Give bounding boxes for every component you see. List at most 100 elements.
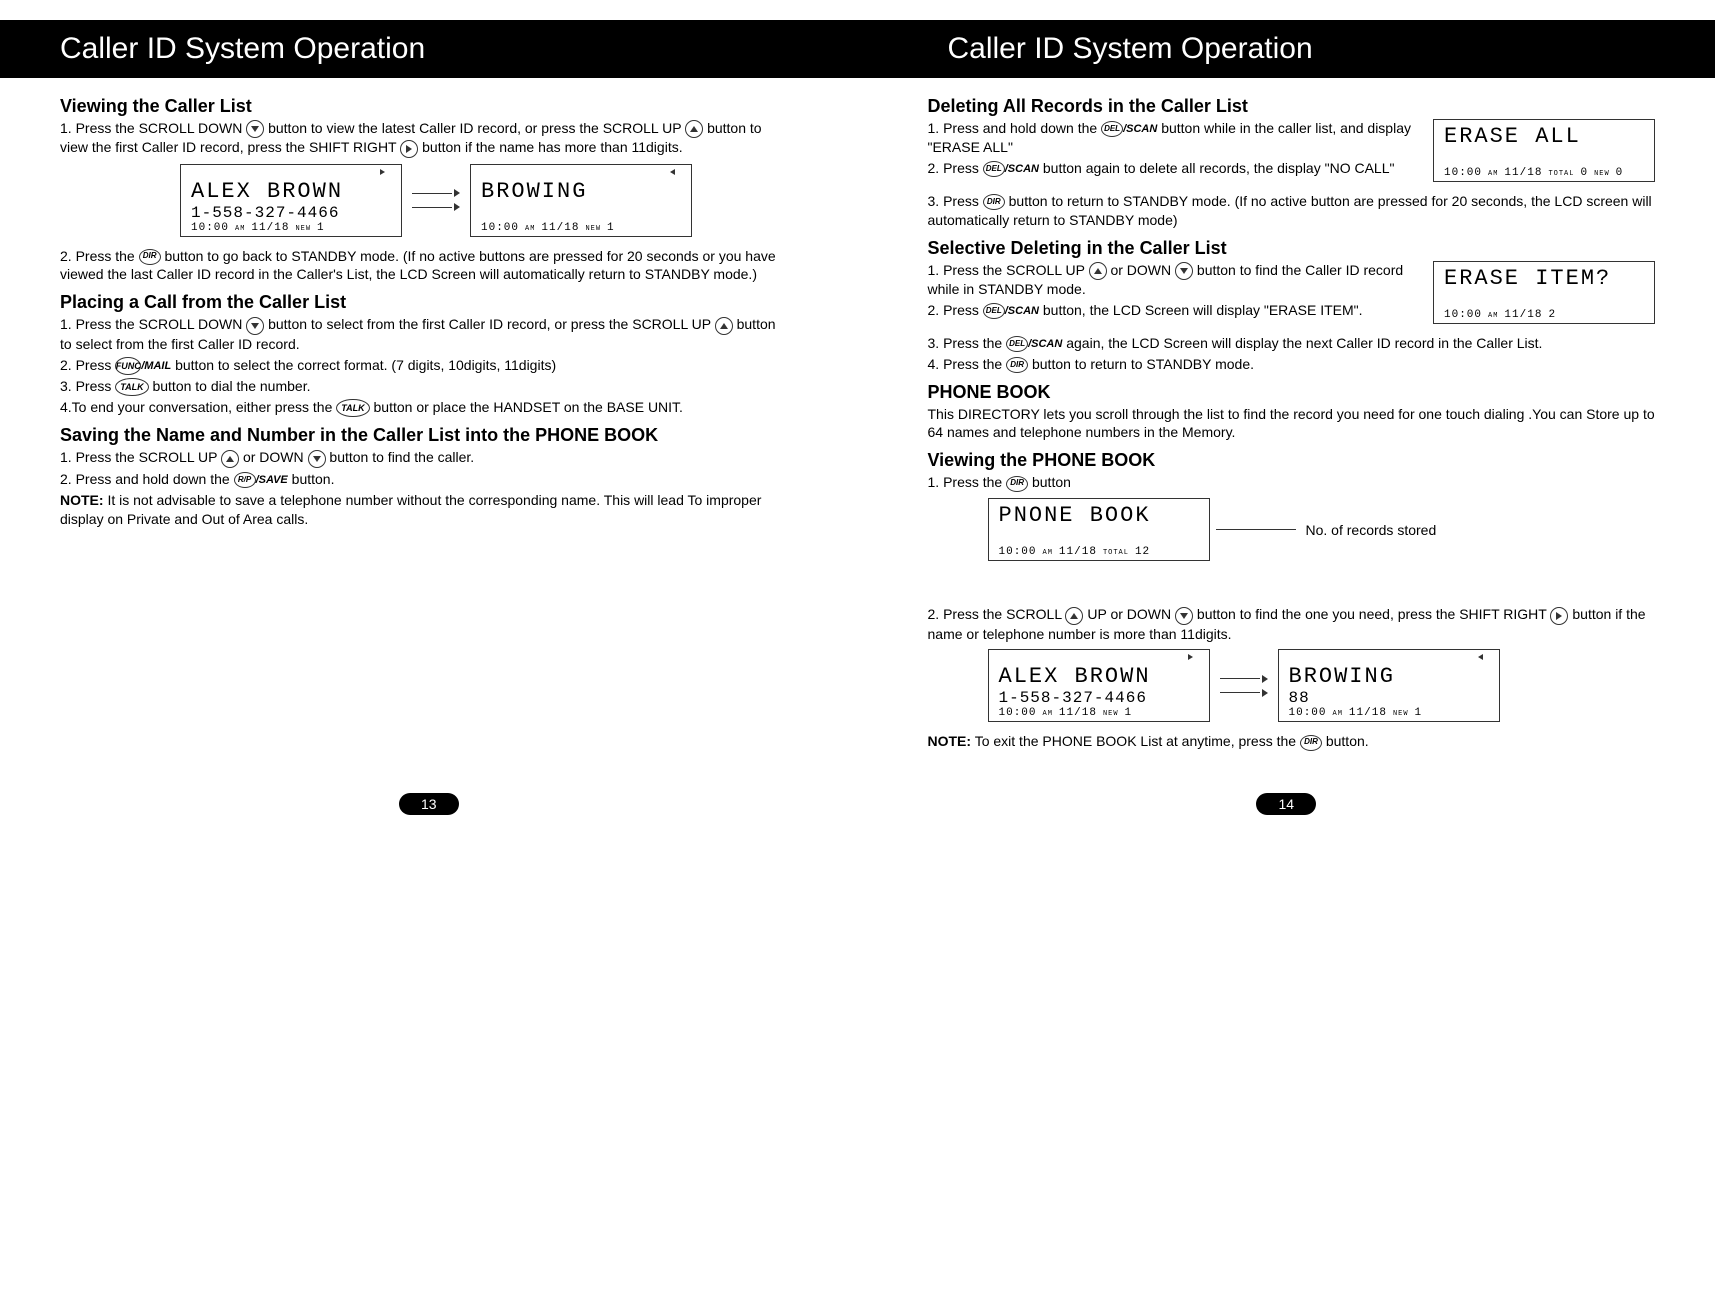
lcd-date: 11/18 [1504, 309, 1542, 321]
txt: or DOWN [1110, 262, 1175, 278]
lcd-date: 11/18 [541, 222, 579, 234]
lcd-time: 10:00 [999, 707, 1037, 719]
txt: button to return to STANDBY mode. (If no… [928, 193, 1652, 228]
lcd-phone-book: PNONE BOOK 10:00 AM 11/18 TOTAL 12 [988, 498, 1210, 561]
lcd-left-indicator-icon [670, 169, 675, 175]
lcd-phone-book-row: PNONE BOOK 10:00 AM 11/18 TOTAL 12 No. of… [988, 498, 1656, 561]
lcd-line1: PNONE BOOK [999, 503, 1199, 528]
rp-button-icon: R/P [234, 472, 256, 488]
lcd-total: 0 [1580, 167, 1588, 179]
lcd-time: 10:00 [1444, 167, 1482, 179]
scan-suffix: /SCAN [1123, 123, 1157, 135]
lcd-new: 0 [1616, 167, 1624, 179]
lcd-line3: 10:00AM 11/18 NEW1 [481, 222, 681, 234]
s1-step2: 2. Press the DIR button to go back to ST… [60, 247, 788, 285]
lcd-time: 10:00 [1289, 707, 1327, 719]
s1-step2-b: button to go back to STANDBY mode. (If n… [60, 248, 776, 283]
txt: button. [292, 471, 335, 487]
lcd-new-label: NEW [1594, 170, 1610, 178]
s1-step1-a: 1. Press the SCROLL DOWN [60, 120, 246, 136]
lcd-line1: BROWING [481, 179, 681, 204]
txt: 1. Press the SCROLL DOWN [60, 316, 246, 332]
lcd-count: 2 [1548, 309, 1556, 321]
lcd-time: 10:00 [999, 546, 1037, 558]
txt: 1. Press the [928, 474, 1007, 490]
txt: button to return to STANDBY mode. [1032, 356, 1254, 372]
lcd-row-2: ALEX BROWN 1-558-327-4466 10:00AM 11/18 … [988, 649, 1656, 722]
lcd-line3: 10:00AM 11/18 NEW1 [191, 222, 391, 234]
del-button-icon: DEL [1006, 336, 1028, 352]
scroll-down-icon [1175, 607, 1193, 625]
header-bar: Caller ID System Operation Caller ID Sys… [0, 20, 1715, 78]
mail-suffix: /MAIL [141, 359, 171, 371]
lcd-new-label: NEW [295, 225, 311, 233]
lcd-ampm: AM [1333, 710, 1343, 718]
lcd-time: 10:00 [481, 222, 519, 234]
txt: 1. Press the SCROLL UP [928, 262, 1089, 278]
lcd-count: 1 [1415, 707, 1423, 719]
lcd-new-label: NEW [1393, 710, 1409, 718]
txt: 2. Press [928, 302, 979, 318]
txt: button, the LCD Screen will display "ERA… [1043, 302, 1363, 318]
txt: 4. Press the [928, 356, 1007, 372]
talk-button-icon: TALK [336, 399, 369, 417]
txt: 2. Press the SCROLL [928, 606, 1066, 622]
note-text: It is not advisable to save a telephone … [60, 492, 761, 527]
lcd-total-label: TOTAL [1548, 170, 1574, 178]
lcd-line2: 1-558-327-4466 [999, 689, 1199, 707]
section-placing-call: Placing a Call from the Caller List [60, 292, 788, 313]
s7-step2: 2. Press the SCROLL UP or DOWN button to… [928, 605, 1656, 643]
lcd-count: 12 [1135, 546, 1150, 558]
txt: button or place the HANDSET on the BASE … [374, 399, 683, 415]
note-text2: button. [1326, 733, 1369, 749]
note-text: To exit the PHONE BOOK List at anytime, … [975, 733, 1300, 749]
txt: 3. Press the [928, 335, 1007, 351]
lcd-total-label: TOTAL [1103, 549, 1129, 557]
scroll-up-icon [221, 450, 239, 468]
talk-button-icon: TALK [115, 378, 148, 396]
lcd-alex-brown-2: ALEX BROWN 1-558-327-4466 10:00AM 11/18 … [988, 649, 1210, 722]
lcd-ampm: AM [1488, 312, 1498, 320]
s6-text: This DIRECTORY lets you scroll through t… [928, 405, 1656, 443]
s2-step4: 4.To end your conversation, either press… [60, 398, 788, 417]
lcd-line2 [999, 528, 1199, 546]
right-column: Deleting All Records in the Caller List … [908, 88, 1676, 753]
lcd-right-indicator-icon [1188, 654, 1193, 660]
annotation-connector [1216, 529, 1296, 530]
lcd-date: 11/18 [251, 222, 289, 234]
arrow-right-icon [1262, 689, 1268, 697]
lcd-count: 1 [1125, 707, 1133, 719]
lcd-ampm: AM [1043, 549, 1053, 557]
txt: again, the LCD Screen will display the n… [1066, 335, 1542, 351]
txt: 1. Press the SCROLL UP [60, 449, 221, 465]
txt: button to find the one you need, press t… [1197, 606, 1547, 622]
left-column: Viewing the Caller List 1. Press the SCR… [40, 88, 808, 753]
del-button-icon: DEL [983, 303, 1005, 319]
lcd-alex-brown: ALEX BROWN 1-558-327-4466 10:00AM 11/18 … [180, 164, 402, 237]
txt: button to dial the number. [152, 378, 310, 394]
page-columns: Viewing the Caller List 1. Press the SCR… [0, 88, 1715, 753]
txt: 1. Press and hold down the [928, 120, 1102, 136]
lcd-date: 11/18 [1059, 546, 1097, 558]
txt: 2. Press and hold down the [60, 471, 234, 487]
lcd-count: 1 [317, 222, 325, 234]
scroll-up-icon [685, 120, 703, 138]
dir-button-icon: DIR [1300, 735, 1322, 751]
dir-button-icon: DIR [1006, 357, 1028, 373]
s5-step4: 4. Press the DIR button to return to STA… [928, 355, 1656, 374]
lcd-ampm: AM [525, 225, 535, 233]
txt: 2. Press [60, 357, 115, 373]
lcd-line3: 10:00AM 11/18 NEW1 [1289, 707, 1489, 719]
s3-step1: 1. Press the SCROLL UP or DOWN button to… [60, 448, 788, 467]
s2-step2: 2. Press FUNC/MAIL button to select the … [60, 356, 788, 375]
lcd-line2 [1444, 291, 1644, 309]
annotation-text: No. of records stored [1306, 522, 1437, 538]
s3-note: NOTE: It is not advisable to save a tele… [60, 491, 788, 529]
txt: button to select the correct format. (7 … [175, 357, 556, 373]
section-selective-delete: Selective Deleting in the Caller List [928, 238, 1656, 259]
txt: button to find the caller. [329, 449, 474, 465]
arrow-right-icon [1262, 675, 1268, 683]
lcd-erase-item: ERASE ITEM? 10:00AM 11/18 2 [1433, 261, 1655, 324]
scroll-down-icon [246, 317, 264, 335]
s4-step3: 3. Press DIR button to return to STANDBY… [928, 192, 1656, 230]
